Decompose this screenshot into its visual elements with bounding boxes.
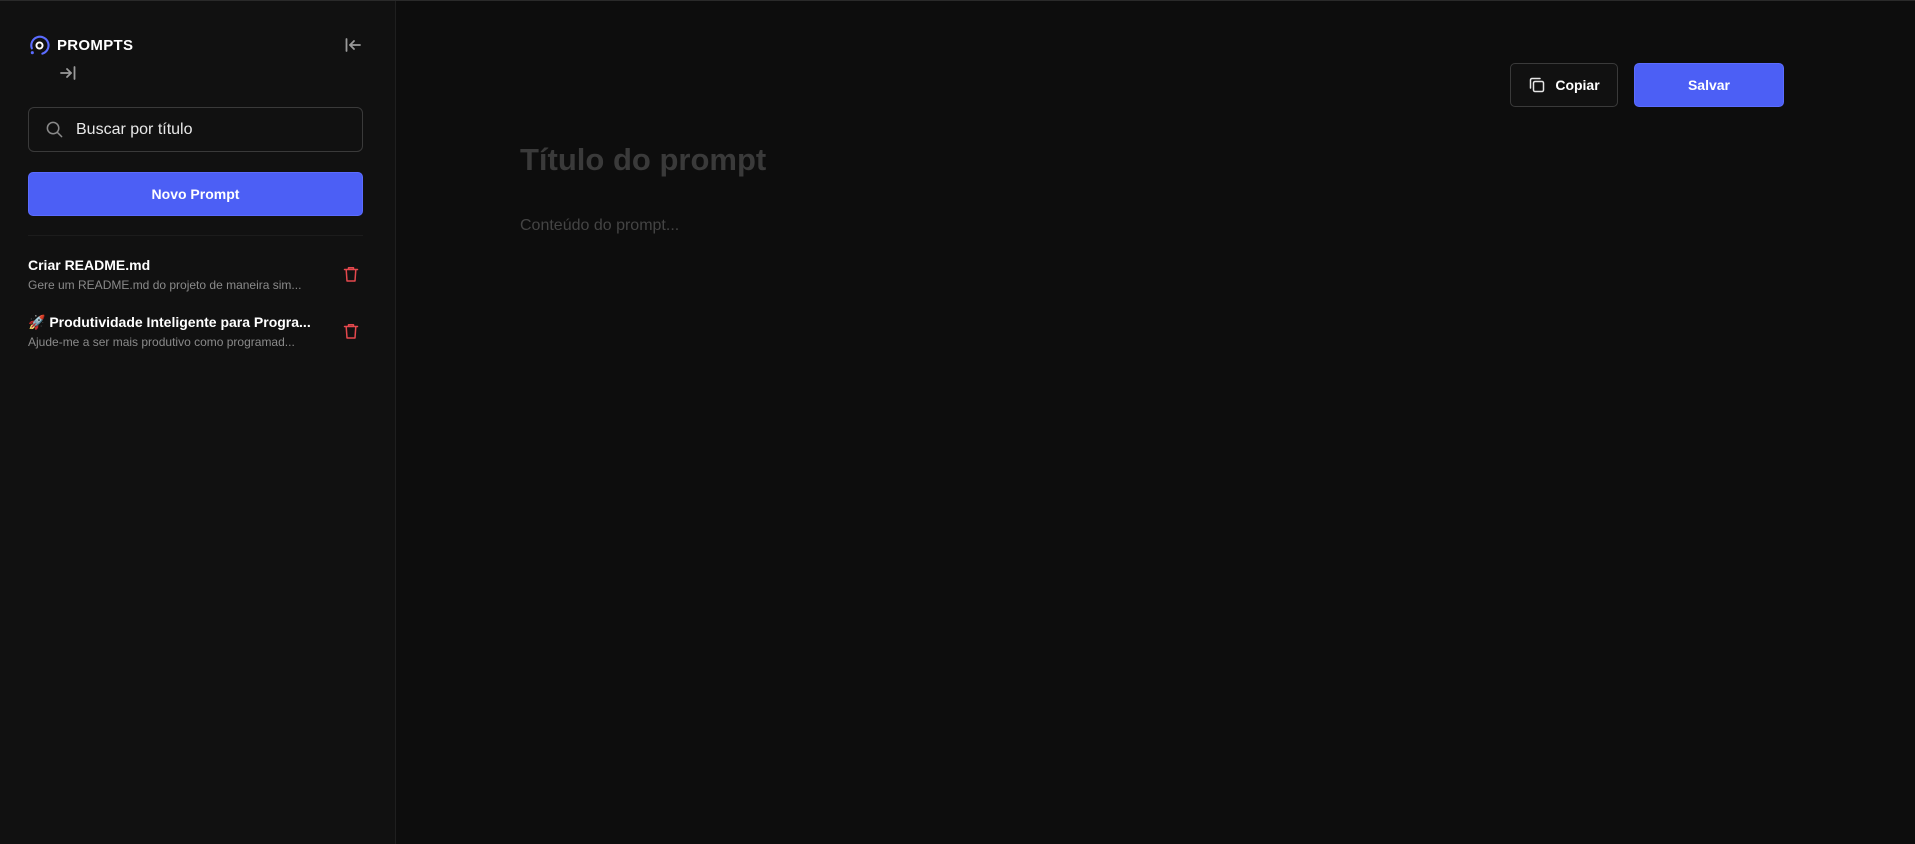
sidebar: PROMPTS Novo Prompt: [0, 1, 396, 844]
copy-button-label: Copiar: [1555, 77, 1600, 93]
new-prompt-button[interactable]: Novo Prompt: [28, 172, 363, 216]
prompt-item-title: 🚀 Produtividade Inteligente para Progra.…: [28, 314, 311, 330]
delete-prompt-button[interactable]: [341, 321, 361, 341]
prompt-list-item[interactable]: Criar README.md Gere um README.md do pro…: [28, 255, 363, 312]
prompt-item-title: Criar README.md: [28, 257, 151, 273]
trash-icon: [343, 324, 359, 339]
search-box: [28, 107, 363, 152]
search-icon: [46, 121, 63, 138]
delete-prompt-button[interactable]: [341, 264, 361, 284]
copy-button[interactable]: Copiar: [1510, 63, 1618, 107]
trash-icon: [343, 267, 359, 282]
prompt-title-input[interactable]: [520, 139, 1420, 181]
expand-sidebar-button[interactable]: [57, 62, 79, 84]
collapse-sidebar-button[interactable]: [342, 34, 364, 56]
expand-right-icon: [60, 66, 76, 80]
prompt-list: Criar README.md Gere um README.md do pro…: [28, 255, 363, 369]
prompt-content-input[interactable]: [520, 215, 1620, 615]
brand: PROMPTS: [28, 34, 133, 57]
prompts-logo-icon: [30, 35, 50, 55]
save-button[interactable]: Salvar: [1634, 63, 1784, 107]
search-input[interactable]: [76, 108, 362, 151]
app-window: PROMPTS Novo Prompt: [0, 0, 1915, 844]
prompt-item-description: Ajude-me a ser mais produtivo como progr…: [28, 335, 295, 349]
copy-icon: [1530, 77, 1545, 93]
prompt-item-description: Gere um README.md do projeto de maneira …: [28, 278, 302, 292]
prompt-list-item[interactable]: 🚀 Produtividade Inteligente para Progra.…: [28, 312, 363, 369]
brand-name: PROMPTS: [57, 37, 134, 54]
collapse-left-icon: [345, 38, 361, 52]
sidebar-divider: [28, 235, 363, 236]
editor-panel: Copiar Salvar: [397, 1, 1915, 844]
